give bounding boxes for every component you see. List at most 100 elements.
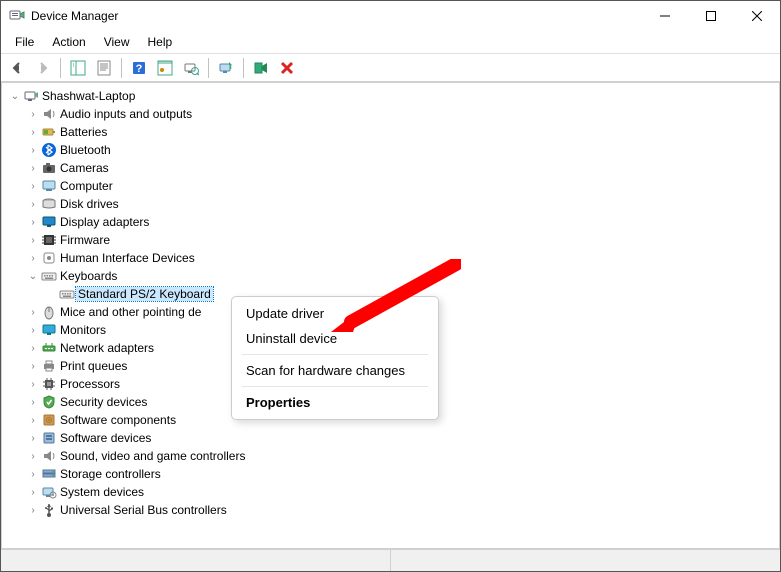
expand-toggle[interactable]: › [26,163,40,174]
update-driver-button[interactable] [214,57,238,79]
tree-item-label: Human Interface Devices [58,251,197,265]
expand-toggle[interactable]: › [26,217,40,228]
tree-item-label: Software components [58,413,178,427]
tree-category-4[interactable]: › Computer [8,177,773,195]
tree-category-0[interactable]: › Audio inputs and outputs [8,105,773,123]
expand-toggle[interactable]: › [26,487,40,498]
printer-icon [40,358,58,374]
expand-toggle[interactable]: ⌄ [8,91,22,102]
help-button[interactable]: ? [127,57,151,79]
tree-item-label: Monitors [58,323,108,337]
menu-bar: File Action View Help [1,31,780,54]
expand-toggle[interactable]: › [26,199,40,210]
context-menu-item-3[interactable]: Scan for hardware changes [232,358,438,383]
tree-category-8[interactable]: › Human Interface Devices [8,249,773,267]
expand-toggle[interactable]: › [26,361,40,372]
expand-toggle[interactable]: › [26,127,40,138]
tree-category-19[interactable]: › Storage controllers [8,465,773,483]
disk-icon [40,196,58,212]
status-bar [1,549,780,571]
camera-icon [40,160,58,176]
expand-toggle[interactable]: › [26,379,40,390]
tree-item-label: Keyboards [58,269,119,283]
menu-action[interactable]: Action [44,33,93,51]
cpu-icon [40,376,58,392]
tree-item-label: Bluetooth [58,143,113,157]
expand-toggle[interactable]: ⌄ [26,271,40,282]
window-title: Device Manager [31,9,118,23]
tree-item-label: Storage controllers [58,467,163,481]
tree-category-21[interactable]: › Universal Serial Bus controllers [8,501,773,519]
context-menu-item-5[interactable]: Properties [232,390,438,415]
forward-button[interactable] [31,57,55,79]
network-icon [40,340,58,356]
usb-icon [40,502,58,518]
close-button[interactable] [734,1,780,31]
svg-text:?: ? [136,63,143,75]
software-comp-icon [40,412,58,428]
context-menu-item-0[interactable]: Update driver [232,301,438,326]
context-menu-item-1[interactable]: Uninstall device [232,326,438,351]
expand-toggle[interactable]: › [26,109,40,120]
tree-root[interactable]: ⌄ Shashwat-Laptop [8,87,773,105]
mouse-icon [40,304,58,320]
tree-category-18[interactable]: › Sound, video and game controllers [8,447,773,465]
storage-icon [40,466,58,482]
expand-toggle[interactable]: › [26,181,40,192]
maximize-button[interactable] [688,1,734,31]
monitor-icon [40,322,58,338]
properties-button[interactable] [92,57,116,79]
tree-item-label: Disk drives [58,197,121,211]
tree-item-label: Security devices [58,395,149,409]
tree-item-label: Standard PS/2 Keyboard [76,287,213,301]
expand-toggle[interactable]: › [26,307,40,318]
expand-toggle[interactable]: › [26,145,40,156]
enable-device-button[interactable] [249,57,273,79]
tree-category-20[interactable]: › System devices [8,483,773,501]
tree-category-5[interactable]: › Disk drives [8,195,773,213]
tree-item-label: Firmware [58,233,112,247]
expand-toggle[interactable]: › [26,469,40,480]
tree-item-label: Print queues [58,359,129,373]
tree-category-9[interactable]: ⌄ Keyboards [8,267,773,285]
expand-toggle[interactable]: › [26,451,40,462]
app-icon [9,8,25,24]
menu-file[interactable]: File [7,33,42,51]
show-hide-tree-button[interactable] [66,57,90,79]
tree-category-2[interactable]: › Bluetooth [8,141,773,159]
action-button[interactable] [153,57,177,79]
audio-icon [40,106,58,122]
toolbar: ? [1,54,780,82]
tree-category-6[interactable]: › Display adapters [8,213,773,231]
security-icon [40,394,58,410]
firmware-icon [40,232,58,248]
keyboard-icon [58,286,76,302]
context-menu: Update driverUninstall device Scan for ha… [231,296,439,420]
tree-item-label: Network adapters [58,341,156,355]
tree-item-label: Processors [58,377,122,391]
tree-category-1[interactable]: › Batteries [8,123,773,141]
expand-toggle[interactable]: › [26,505,40,516]
expand-toggle[interactable]: › [26,415,40,426]
context-menu-separator [242,354,428,355]
tree-category-7[interactable]: › Firmware [8,231,773,249]
back-button[interactable] [5,57,29,79]
expand-toggle[interactable]: › [26,343,40,354]
expand-toggle[interactable]: › [26,235,40,246]
expand-toggle[interactable]: › [26,253,40,264]
tree-category-3[interactable]: › Cameras [8,159,773,177]
expand-toggle[interactable]: › [26,325,40,336]
tree-item-label: Mice and other pointing de [58,305,203,319]
tree-category-17[interactable]: › Software devices [8,429,773,447]
software-dev-icon [40,430,58,446]
scan-hardware-button[interactable] [179,57,203,79]
menu-help[interactable]: Help [140,33,181,51]
uninstall-device-button[interactable] [275,57,299,79]
tree-item-label: Sound, video and game controllers [58,449,247,463]
menu-view[interactable]: View [96,33,138,51]
tree-item-label: Display adapters [58,215,151,229]
minimize-button[interactable] [642,1,688,31]
expand-toggle[interactable]: › [26,433,40,444]
expand-toggle[interactable]: › [26,397,40,408]
root-icon [22,88,40,104]
